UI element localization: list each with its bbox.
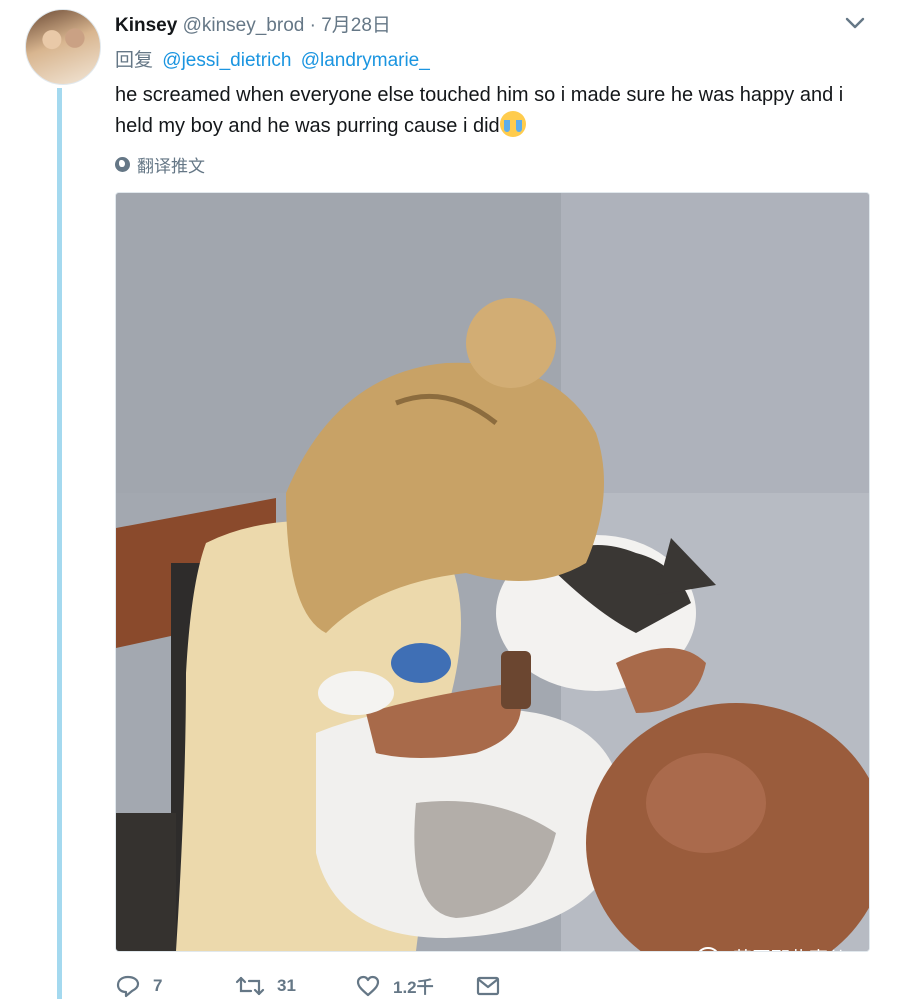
tweet-text: he screamed when everyone else touched h…: [115, 80, 875, 142]
tweet-photo[interactable]: 英国那些事儿: [115, 192, 870, 952]
watermark-text: 英国那些事儿: [733, 944, 847, 951]
translate-label: 翻译推文: [137, 157, 205, 176]
like-count: 1.2千: [393, 978, 434, 997]
retweet-button[interactable]: 31: [235, 974, 355, 998]
tweet-actions: 7 31 1.2千: [115, 972, 595, 999]
wechat-icon: [698, 946, 718, 951]
reply-context: 回复 @jessi_dietrich @landrymarie_: [115, 45, 430, 72]
direct-message-button[interactable]: [475, 974, 595, 998]
photo-illustration: [116, 193, 869, 951]
retweet-count: 31: [277, 975, 296, 995]
mention-link[interactable]: @landrymarie_: [301, 50, 430, 71]
tweet-header: Kinsey @kinsey_brod · 7月28日: [115, 10, 391, 37]
author-handle[interactable]: @kinsey_brod: [183, 15, 305, 36]
reply-prefix: 回复: [115, 50, 154, 71]
like-button[interactable]: 1.2千: [355, 973, 475, 998]
separator: ·: [309, 15, 316, 36]
tweet-body: he screamed when everyone else touched h…: [115, 84, 844, 137]
reply-button[interactable]: 7: [115, 974, 235, 998]
author-name[interactable]: Kinsey: [115, 15, 177, 36]
reply-icon: [116, 975, 140, 997]
retweet-icon: [235, 976, 265, 995]
avatar[interactable]: [25, 9, 101, 85]
translate-link[interactable]: 翻译推文: [115, 152, 205, 177]
mention-link[interactable]: @jessi_dietrich: [162, 50, 291, 71]
globe-icon: [115, 157, 130, 172]
crying-face-icon: [499, 111, 526, 137]
watermark: 英国那些事儿: [697, 944, 847, 951]
reply-count: 7: [153, 975, 163, 995]
tweet-date[interactable]: 7月28日: [321, 15, 391, 36]
thread-connector-line: [57, 88, 62, 999]
heart-icon: [356, 975, 380, 996]
chevron-down-icon[interactable]: [843, 14, 867, 32]
envelope-icon: [476, 976, 500, 995]
